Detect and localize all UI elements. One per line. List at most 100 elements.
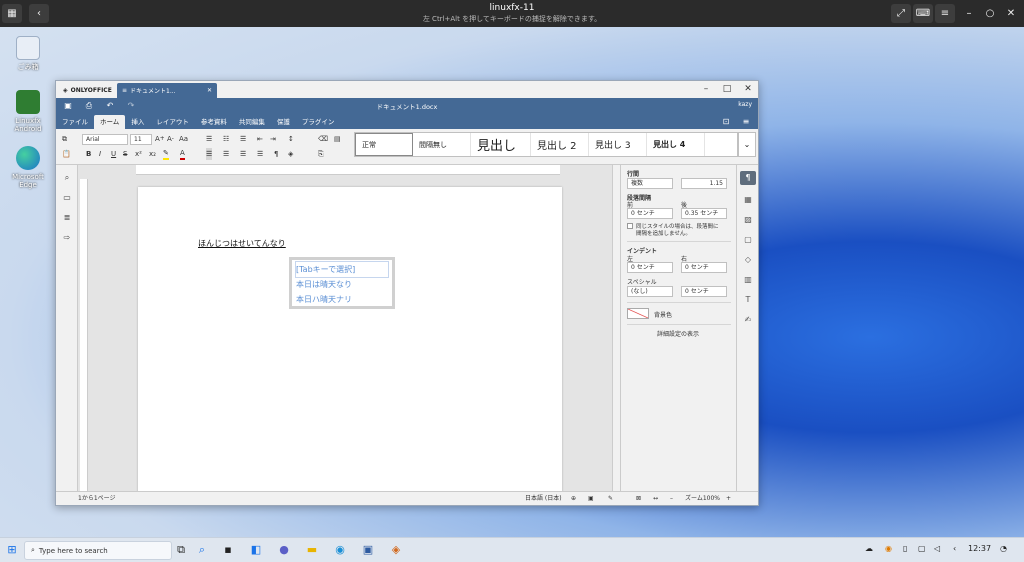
textart-settings-icon[interactable]: T: [740, 293, 756, 307]
desktop-icon-recycle-bin[interactable]: ごみ箱: [8, 36, 48, 71]
cloud-icon[interactable]: ☁: [865, 544, 873, 553]
minimize-session-button[interactable]: –: [959, 4, 979, 23]
line-spacing-icon[interactable]: ↕: [288, 133, 294, 145]
italic-icon[interactable]: I: [99, 148, 101, 160]
notification-bell-icon[interactable]: ◔: [1000, 544, 1007, 553]
font-name-select[interactable]: Arial: [82, 134, 128, 145]
snap-layout-icon[interactable]: ◧: [248, 542, 264, 558]
globe-icon[interactable]: ⊕: [571, 494, 576, 504]
clear-style-icon[interactable]: ⌫: [318, 133, 328, 145]
document-page[interactable]: ほんじつはせいてんなり [Tabキーで選択] 本日は晴天なり 本日ハ晴天ナリ: [138, 187, 562, 491]
maximize-session-button[interactable]: ○: [980, 4, 1000, 23]
font-color-icon[interactable]: A: [180, 148, 185, 160]
app-tab[interactable]: ◈ ONLYOFFICE: [58, 83, 116, 98]
superscript-icon[interactable]: x²: [135, 148, 142, 160]
advanced-settings-link[interactable]: 詳細設定の表示: [657, 329, 699, 338]
style-gallery-more-icon[interactable]: ⌄: [738, 132, 756, 157]
comments-icon[interactable]: ▭: [61, 193, 73, 205]
copy-style-icon[interactable]: ⎘: [318, 148, 324, 160]
tab-collaboration[interactable]: 共同編集: [233, 115, 271, 129]
indent-left-input[interactable]: 0 センチ: [627, 262, 673, 273]
store-icon[interactable]: ▣: [360, 542, 376, 558]
search-app-icon[interactable]: ⌕: [194, 542, 210, 558]
numbering-icon[interactable]: ☷: [223, 133, 229, 145]
bullets-icon[interactable]: ☰: [206, 133, 212, 145]
file-explorer-icon[interactable]: ▬: [304, 542, 320, 558]
zoom-in-button[interactable]: +: [726, 494, 731, 504]
vertical-ruler[interactable]: [80, 179, 88, 491]
line-spacing-value-input[interactable]: 1.15: [681, 178, 727, 189]
line-spacing-mode-select[interactable]: 複数: [627, 178, 673, 189]
panel-splitter[interactable]: [612, 165, 620, 491]
feedback-icon[interactable]: ⇨: [61, 233, 73, 245]
align-right-icon[interactable]: ☰: [240, 148, 246, 160]
track-changes-icon[interactable]: ✎: [608, 494, 613, 504]
spellcheck-icon[interactable]: ▣: [588, 494, 594, 504]
battery-icon[interactable]: ▯: [903, 544, 907, 553]
tray-expand-icon[interactable]: ‹: [953, 544, 956, 553]
chart-settings-icon[interactable]: ▥: [740, 273, 756, 287]
tab-home[interactable]: ホーム: [94, 115, 126, 129]
underline-icon[interactable]: U: [111, 148, 116, 160]
subscript-icon[interactable]: x₂: [149, 148, 156, 160]
strikethrough-icon[interactable]: S: [123, 148, 127, 160]
signature-settings-icon[interactable]: ✍: [740, 313, 756, 327]
menu-icon[interactable]: ≡: [935, 4, 955, 23]
close-button[interactable]: ✕: [738, 83, 758, 96]
style-heading-3[interactable]: 見出し 3: [589, 133, 647, 156]
maximize-button[interactable]: □: [717, 83, 737, 96]
style-heading-2[interactable]: 見出し 2: [531, 133, 589, 156]
special-indent-amount-input[interactable]: 0 センチ: [681, 286, 727, 297]
tab-references[interactable]: 参考資料: [195, 115, 233, 129]
decrease-font-icon[interactable]: A-: [167, 133, 174, 145]
tab-protection[interactable]: 保護: [271, 115, 296, 129]
ime-candidate[interactable]: 本日ハ晴天ナリ: [296, 292, 388, 307]
change-case-icon[interactable]: Aa: [179, 133, 188, 145]
tab-insert[interactable]: 挿入: [125, 115, 150, 129]
copy-icon[interactable]: ⧉: [62, 133, 67, 145]
clock[interactable]: 12:37: [968, 544, 991, 553]
spacing-after-input[interactable]: 0.35 センチ: [681, 208, 727, 219]
increase-font-icon[interactable]: A +: [155, 133, 165, 145]
indent-right-input[interactable]: 0 センチ: [681, 262, 727, 273]
close-session-button[interactable]: ✕: [1001, 4, 1021, 23]
tab-file[interactable]: ファイル: [56, 115, 94, 129]
paragraph-settings-icon[interactable]: ¶: [740, 171, 756, 185]
edge-taskbar-icon[interactable]: ◉: [332, 542, 348, 558]
decrease-indent-icon[interactable]: ⇤: [257, 133, 263, 145]
language-select[interactable]: 日本語 (日本): [525, 494, 562, 504]
align-left-icon[interactable]: ☰: [206, 148, 213, 160]
increase-indent-icon[interactable]: ⇥: [270, 133, 276, 145]
navigation-icon[interactable]: ≣: [61, 213, 73, 225]
teams-icon[interactable]: ●: [276, 542, 292, 558]
shading-icon[interactable]: ◈: [288, 148, 293, 160]
spacing-before-input[interactable]: 0 センチ: [627, 208, 673, 219]
document-tab[interactable]: ≡ ドキュメント1... ✕: [117, 83, 217, 98]
table-settings-icon[interactable]: ▦: [740, 193, 756, 207]
search-icon[interactable]: ⌕: [61, 173, 73, 185]
keyboard-icon[interactable]: ⌨: [913, 4, 933, 23]
header-footer-icon[interactable]: ▢: [740, 233, 756, 247]
special-indent-select[interactable]: (なし): [627, 286, 673, 297]
multilevel-list-icon[interactable]: ☰: [240, 133, 246, 145]
same-style-checkbox[interactable]: [627, 223, 633, 229]
color-scheme-icon[interactable]: ▤: [334, 133, 341, 145]
close-tab-icon[interactable]: ✕: [207, 87, 212, 94]
font-size-select[interactable]: 11: [130, 134, 152, 145]
tab-layout[interactable]: レイアウト: [150, 115, 195, 129]
tab-plugins[interactable]: プラグイン: [296, 115, 341, 129]
hamburger-icon[interactable]: ≡: [740, 117, 752, 127]
horizontal-ruler[interactable]: [136, 165, 560, 175]
background-color-picker[interactable]: [627, 308, 649, 319]
style-heading-1[interactable]: 見出し: [471, 133, 531, 156]
desktop-icon-edge[interactable]: Microsoft Edge: [8, 146, 48, 189]
align-center-icon[interactable]: ☰: [223, 148, 229, 160]
onlyoffice-taskbar-icon[interactable]: ◈: [388, 542, 404, 558]
desktop-icon-android[interactable]: Linuxfx Android: [8, 90, 48, 133]
style-heading-4[interactable]: 見出し 4: [647, 133, 705, 156]
taskbar-search[interactable]: ⌕ Type here to search: [24, 541, 172, 560]
paste-icon[interactable]: 📋: [62, 148, 71, 160]
style-no-spacing[interactable]: 間隔無し: [413, 133, 471, 156]
style-normal[interactable]: 正常: [355, 133, 413, 156]
fullscreen-icon[interactable]: ⤢: [891, 4, 911, 23]
